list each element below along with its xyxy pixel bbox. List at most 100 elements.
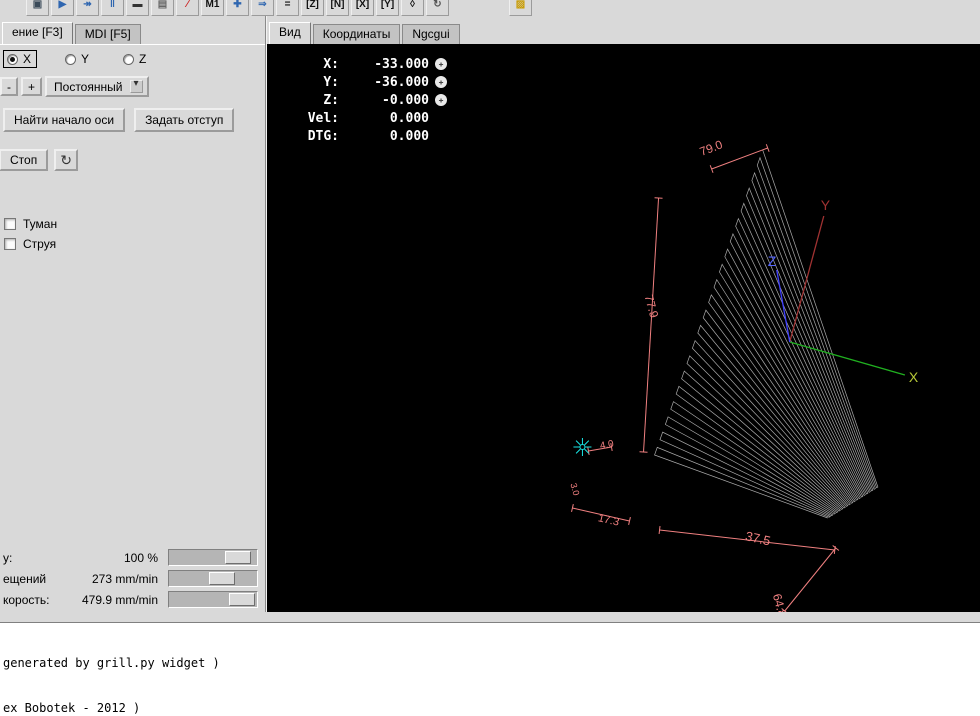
axis-radio-label: Y	[81, 52, 89, 66]
machine-power-icon[interactable]: ▣	[26, 0, 49, 16]
jog-increment-value: Постоянный	[54, 80, 122, 94]
icon-glyph: N	[331, 0, 345, 10]
main-area: ение [F3] MDI [F5] X Y Z	[0, 16, 980, 612]
spindle-row: Стоп ↻	[0, 149, 261, 171]
manual-tab-body: X Y Z - + Постоянный	[0, 44, 265, 612]
jog-row: - + Постоянный	[0, 76, 261, 97]
axis-radio-z[interactable]: Z	[120, 51, 151, 67]
svg-text:37.5: 37.5	[744, 528, 772, 548]
svg-text:Y: Y	[821, 197, 831, 213]
dro-value: 0.000	[339, 111, 429, 126]
jog-speed-row: ещений 273 mm/min	[3, 568, 261, 589]
icon-glyph: X	[356, 0, 369, 10]
icon-glyph: ✚	[233, 0, 241, 10]
icon-glyph: Z	[306, 0, 319, 10]
dro-label: Z:	[297, 93, 339, 108]
save-icon[interactable]: ▤	[151, 0, 174, 16]
svg-text:64.8: 64.8	[770, 592, 790, 612]
pan-view-icon[interactable]: ✚	[226, 0, 249, 16]
svg-text:X: X	[909, 369, 919, 385]
max-velocity-slider[interactable]	[168, 591, 258, 608]
mist-checkbox[interactable]: Туман	[4, 217, 261, 231]
dro-row-y: Y: -36.000	[297, 73, 447, 91]
touch-off-button[interactable]: Задать отступ	[134, 108, 234, 132]
feed-override-slider[interactable]	[168, 549, 258, 566]
dro-row-vel: Vel: 0.000	[297, 109, 447, 127]
tab-ngcgui[interactable]: Ngcgui	[402, 24, 459, 44]
view-rear-icon[interactable]: N	[326, 0, 349, 16]
view-side-x-icon[interactable]: X	[351, 0, 374, 16]
gcode-listing: generated by grill.py widget ) ex Bobote…	[0, 622, 980, 716]
tab-mdi-f5[interactable]: MDI [F5]	[75, 24, 141, 44]
icon-glyph: ▶	[59, 0, 67, 10]
dro-label: Y:	[297, 75, 339, 90]
icon-glyph: ▬	[133, 0, 143, 10]
toolbar: ▣ ▶ ↠ ‖ ▬ ▤ ∕ M1 ✚ ⇒ = Z N X Y ◊ ↻ ▨	[0, 0, 980, 16]
backplot-preview: 79.077.917.337.564.84.03.0XYZ X: -33.000…	[267, 44, 980, 612]
pause-icon[interactable]: ‖	[101, 0, 124, 16]
icon-glyph: ⇒	[258, 0, 266, 10]
view-perspective-icon[interactable]: ◊	[401, 0, 424, 16]
icon-glyph: ▣	[33, 0, 42, 10]
tab-manual-f3[interactable]: ение [F3]	[2, 22, 73, 44]
spindle-forward-button[interactable]: ↻	[54, 149, 78, 171]
spindle-stop-button[interactable]: Стоп	[0, 149, 48, 171]
radio-icon	[123, 54, 134, 65]
axis-radio-label: Z	[139, 52, 146, 66]
icon-glyph: ‖	[110, 0, 115, 10]
chevron-down-icon	[130, 80, 143, 93]
tab-dro[interactable]: Координаты	[313, 24, 401, 44]
homed-icon	[435, 94, 447, 106]
dro-row-z: Z: -0.000	[297, 91, 447, 109]
homing-row: Найти начало оси Задать отступ	[3, 108, 261, 132]
gcode-line[interactable]: ex Bobotek - 2012 )	[3, 701, 980, 716]
gcode-line[interactable]: generated by grill.py widget )	[3, 656, 980, 671]
dro-row-x: X: -33.000	[297, 55, 447, 73]
svg-text:3.0: 3.0	[568, 482, 581, 497]
clear-plot-icon[interactable]: ▨	[509, 0, 532, 16]
dro-value: -36.000	[339, 75, 429, 90]
homed-icon	[435, 76, 447, 88]
checkbox-icon	[4, 218, 16, 230]
icon-glyph: ↠	[83, 0, 91, 10]
jog-minus-button[interactable]: -	[0, 77, 18, 96]
linuxcnc-axis-window: ▣ ▶ ↠ ‖ ▬ ▤ ∕ M1 ✚ ⇒ = Z N X Y ◊ ↻ ▨ ени…	[0, 0, 980, 716]
homed-icon	[435, 58, 447, 70]
icon-glyph: ↻	[433, 0, 441, 10]
coolant-group: Туман Струя	[4, 217, 261, 251]
axis-radio-x[interactable]: X	[4, 51, 36, 67]
icon-glyph: M1	[206, 0, 220, 10]
spindle-rotate-icon: ↻	[60, 152, 72, 168]
tab-preview[interactable]: Вид	[269, 22, 311, 44]
view-side-y-icon[interactable]: Y	[376, 0, 399, 16]
feed-arrow-icon[interactable]: ⇒	[251, 0, 274, 16]
feed-override-value: 100 %	[12, 551, 158, 565]
slider-handle[interactable]	[209, 572, 235, 585]
svg-text:77.9: 77.9	[642, 293, 662, 319]
panel-sash[interactable]	[0, 612, 980, 622]
slider-handle[interactable]	[225, 551, 251, 564]
rotate-view-icon[interactable]: ↻	[426, 0, 449, 16]
equal-icon[interactable]: =	[276, 0, 299, 16]
dro-label: DTG:	[297, 129, 339, 144]
max-velocity-value: 479.9 mm/min	[50, 593, 159, 607]
slider-handle[interactable]	[229, 593, 255, 606]
jog-increment-select[interactable]: Постоянный	[45, 76, 149, 97]
jog-speed-slider[interactable]	[168, 570, 258, 587]
skip-lines-icon[interactable]: ∕	[176, 0, 199, 16]
icon-glyph: ◊	[410, 0, 415, 10]
flood-checkbox[interactable]: Струя	[4, 237, 261, 251]
view-top-icon[interactable]: Z	[301, 0, 324, 16]
feed-override-label: у:	[3, 551, 12, 565]
icon-glyph: ∕	[187, 0, 189, 10]
step-icon[interactable]: ↠	[76, 0, 99, 16]
icon-glyph: ▤	[158, 0, 167, 10]
jog-plus-button[interactable]: +	[21, 77, 42, 96]
radio-icon	[65, 54, 76, 65]
axis-radio-y[interactable]: Y	[62, 51, 94, 67]
stop-icon[interactable]: ▬	[126, 0, 149, 16]
optional-stop-icon[interactable]: M1	[201, 0, 224, 16]
home-axis-button[interactable]: Найти начало оси	[3, 108, 125, 132]
run-icon[interactable]: ▶	[51, 0, 74, 16]
dro-row-dtg: DTG: 0.000	[297, 127, 447, 145]
